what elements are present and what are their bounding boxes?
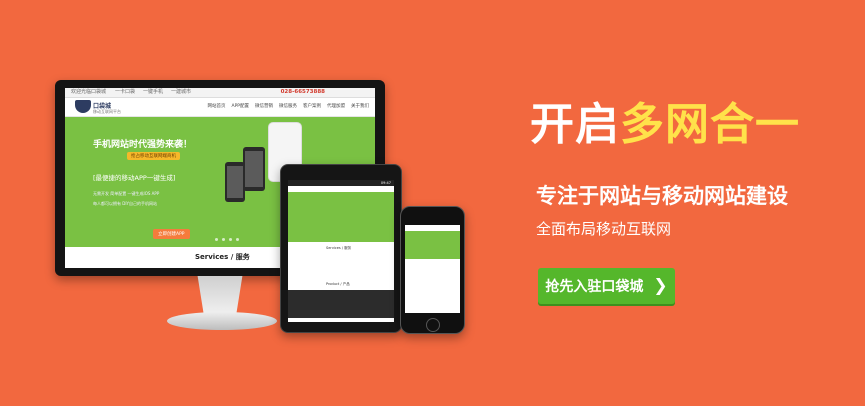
site-hero-badge: 抢占移动互联网端商机: [127, 152, 180, 160]
tablet-section-heading: Services / 服务: [326, 246, 352, 250]
headline-part-yellow: 多网合一: [620, 99, 800, 150]
banner-headline: 开启多网合一: [530, 88, 800, 152]
tablet-device: 09:47 Services / 服务 Product / 产品: [280, 164, 402, 333]
site-topbar: 欢迎光临口袋城 一卡口袋 一键手机 一建城市 028-66573888: [65, 88, 375, 98]
site-hero-line: 无需开发 简单配置 一键生成IOS APP: [93, 191, 160, 196]
topbar-item: 一键手机: [143, 89, 164, 95]
site-section-heading: Services / 服务: [195, 253, 250, 261]
join-now-button[interactable]: 抢先入驻口袋城 ❯: [538, 268, 675, 304]
site-carousel-dots: [215, 238, 239, 241]
site-hero-line: 每人都可以拥有 DIY自己的手机网站: [93, 201, 157, 206]
tablet-site-screenshot: 09:47 Services / 服务 Product / 产品: [288, 180, 394, 322]
phone-device: [400, 206, 465, 334]
banner-tagline: 全面布局移动互联网: [536, 220, 672, 238]
topbar-item: 一卡口袋: [115, 89, 136, 95]
site-nav-item: 网站首页: [207, 104, 226, 109]
site-nav: 网站首页 APP配置 微信营销 微信服务 客户案例 代理加盟 关于我们: [207, 103, 369, 109]
site-nav-item: 关于我们: [351, 104, 369, 109]
site-phone-number: 028-66573888: [280, 89, 325, 95]
site-nav-item: 微信服务: [279, 104, 297, 109]
site-hero-title: 手机网站时代强势来袭！: [93, 140, 193, 150]
tablet-product-banner: [288, 290, 394, 318]
tablet-status-bar: 09:47: [288, 180, 394, 186]
join-now-label: 抢先入驻口袋城: [545, 279, 644, 295]
phone-hero: [405, 231, 460, 259]
site-hero-button: 立即创建APP: [153, 229, 190, 239]
site-nav-item: 微信营销: [255, 104, 273, 109]
site-hero-subtitle: [最便捷的移动APP一键生成]: [93, 174, 176, 182]
phone-home-button: [426, 318, 440, 332]
topbar-item: 一建城市: [171, 89, 192, 95]
monitor-stand: [197, 276, 243, 316]
topbar-item: 欢迎光临口袋城: [71, 89, 107, 95]
monitor-base: [167, 312, 277, 330]
tablet-time: 09:47: [380, 181, 391, 185]
site-phone-mockup: [243, 147, 265, 191]
site-logo-subtitle: 移动互联网平台: [93, 109, 121, 114]
chevron-right-icon: ❯: [653, 275, 668, 296]
tablet-hero: [288, 192, 394, 242]
headline-part-white: 开启: [530, 99, 620, 150]
site-phone-mockup: [225, 162, 245, 202]
phone-site-screenshot: [405, 225, 460, 313]
banner-subheadline: 专注于网站与移动网站建设: [536, 184, 788, 208]
site-nav-item: 代理加盟: [327, 104, 345, 109]
site-nav-item: APP配置: [231, 104, 249, 109]
site-header: 口袋城 移动互联网平台 网站首页 APP配置 微信营销 微信服务 客户案例 代理…: [65, 98, 375, 117]
site-logo-icon: [75, 100, 91, 113]
tablet-section-heading: Product / 产品: [326, 282, 350, 286]
site-nav-item: 客户案例: [303, 104, 321, 109]
